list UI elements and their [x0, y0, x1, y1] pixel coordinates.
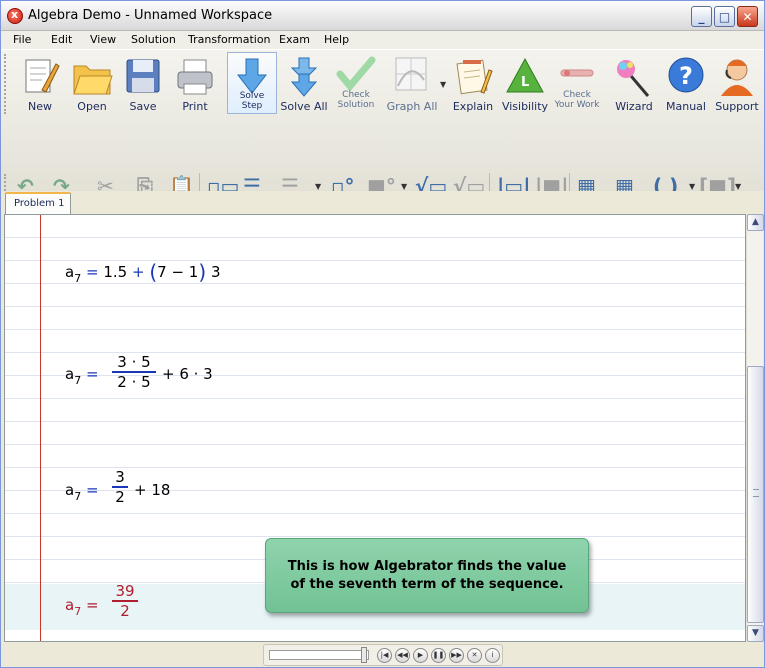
menu-file[interactable]: File [13, 33, 31, 46]
fraction-step-2[interactable]: 3 · 5 2 · 5 [112, 353, 156, 391]
open-label: Open [77, 100, 107, 113]
equation-step-2[interactable]: a7 = [65, 365, 99, 387]
playback-controls: |◀ ◀◀ ▶ ❚❚ ▶▶ ✕ i [263, 644, 503, 666]
maximize-button[interactable]: □ [714, 6, 735, 27]
minimize-icon: _ [698, 9, 705, 24]
new-label: New [28, 100, 52, 113]
manual-button[interactable]: ? Manual [659, 52, 713, 114]
folder-icon [73, 65, 113, 95]
previous-step-button[interactable]: ◀◀ [395, 648, 410, 663]
solve-step-button[interactable]: Solve Step [227, 52, 277, 114]
manual-label: Manual [666, 100, 706, 113]
menu-exam[interactable]: Exam [279, 33, 310, 46]
magic-wand-icon [617, 60, 650, 97]
arrow-down-icon [236, 58, 268, 94]
visibility-button[interactable]: L Visibility [499, 52, 551, 114]
fraction-step-3[interactable]: 3 2 [112, 468, 128, 506]
check-your-work-label: Check Your Work [554, 90, 600, 110]
svg-text:?: ? [679, 62, 693, 90]
brackets-dropdown-arrow-icon[interactable]: ▼ [735, 182, 741, 191]
explanation-callout: This is how Algebrator finds the value o… [265, 538, 589, 613]
tab-bar: Problem 1 [1, 191, 764, 215]
graph-dropdown-arrow-icon[interactable]: ▼ [440, 80, 446, 89]
callout-line-2: of the seventh term of the sequence. [290, 577, 564, 592]
menu-help[interactable]: Help [324, 33, 349, 46]
play-button[interactable]: ▶ [413, 648, 428, 663]
help-question-icon: ? [668, 57, 704, 93]
support-label: Support [715, 100, 759, 113]
solve-all-button[interactable]: Solve All [279, 52, 329, 114]
equation-step-3-rest: + 18 [134, 481, 171, 499]
fraction-result[interactable]: 39 2 [112, 582, 138, 620]
title-bar: Algebra Demo - Unnamed Workspace _ □ ✕ [1, 1, 764, 31]
visibility-label: Visibility [501, 100, 549, 113]
close-button[interactable]: ✕ [737, 6, 758, 27]
scroll-down-button[interactable]: ▼ [747, 625, 764, 642]
check-work-icon [560, 69, 594, 77]
save-label: Save [129, 100, 157, 113]
save-button[interactable]: Save [116, 52, 170, 114]
app-logo-icon[interactable] [7, 8, 23, 24]
wizard-label: Wizard [615, 100, 653, 113]
notebook-margin-line [40, 215, 41, 641]
graph-all-button[interactable]: Graph All [386, 52, 438, 114]
equation-step-2-rest: + 6 · 3 [162, 365, 213, 383]
info-button[interactable]: i [485, 648, 500, 663]
maximize-icon: □ [718, 9, 731, 24]
check-your-work-button[interactable]: Check Your Work [551, 52, 603, 114]
menu-edit[interactable]: Edit [51, 33, 72, 46]
main-toolbar: New Open Save Print Solve Step Solve All… [1, 49, 764, 234]
playback-slider[interactable] [269, 650, 369, 660]
close-icon: ✕ [742, 9, 753, 24]
menu-solution[interactable]: Solution [131, 33, 176, 46]
vertical-scrollbar[interactable]: ▲ ▼ [746, 214, 764, 642]
print-button[interactable]: Print [168, 52, 222, 114]
graph-all-label: Graph All [386, 100, 438, 113]
wizard-button[interactable]: Wizard [607, 52, 661, 114]
floppy-disk-icon [126, 59, 160, 93]
graph-icon [395, 57, 427, 91]
app-window: Algebra Demo - Unnamed Workspace _ □ ✕ F… [0, 0, 765, 668]
toolbar-grip[interactable] [4, 54, 9, 114]
support-button[interactable]: Support [710, 52, 764, 114]
first-step-button[interactable]: |◀ [377, 648, 392, 663]
equation-step-3[interactable]: a7 = [65, 481, 99, 503]
double-arrow-down-icon [290, 57, 318, 97]
window-title: Algebra Demo - Unnamed Workspace [28, 8, 273, 23]
next-step-button[interactable]: ▶▶ [449, 648, 464, 663]
stop-button[interactable]: ✕ [467, 648, 482, 663]
menu-view[interactable]: View [90, 33, 116, 46]
support-agent-icon [721, 59, 753, 96]
tab-problem-1-label: Problem 1 [14, 198, 65, 209]
tab-problem-1[interactable]: Problem 1 [5, 192, 71, 214]
new-document-icon [25, 59, 60, 93]
pause-button[interactable]: ❚❚ [431, 648, 446, 663]
explain-notebook-icon [456, 59, 493, 95]
exponent-dropdown-arrow-icon[interactable]: ▼ [401, 182, 407, 191]
callout-line-1: This is how Algebrator finds the value [287, 559, 567, 574]
new-button[interactable]: New [13, 52, 67, 114]
explain-label: Explain [452, 100, 494, 113]
solve-step-label: Solve Step [239, 91, 265, 111]
check-solution-button[interactable]: Check Solution [331, 52, 381, 114]
checkmark-icon [336, 56, 376, 92]
printer-icon [177, 59, 213, 95]
solve-all-label: Solve All [280, 100, 328, 113]
print-label: Print [182, 100, 208, 113]
parentheses-dropdown-arrow-icon[interactable]: ▼ [689, 182, 695, 191]
minimize-button[interactable]: _ [691, 6, 712, 27]
fraction-dropdown-arrow-icon[interactable]: ▼ [315, 182, 321, 191]
explain-button[interactable]: Explain [447, 52, 499, 114]
menu-bar: File Edit View Solution Transformation E… [1, 31, 764, 49]
scrollbar-thumb[interactable] [747, 366, 764, 623]
scroll-up-button[interactable]: ▲ [747, 214, 764, 231]
menu-transformation[interactable]: Transformation [188, 33, 271, 46]
check-solution-label: Check Solution [337, 90, 375, 110]
svg-text:L: L [521, 75, 529, 90]
equation-result[interactable]: a7 = [65, 596, 99, 618]
playback-slider-knob[interactable] [361, 647, 367, 663]
visibility-level-icon: L [506, 57, 544, 93]
open-button[interactable]: Open [65, 52, 119, 114]
equation-step-1[interactable]: a7 = 1.5 + (7 − 1) 3 [65, 258, 221, 285]
